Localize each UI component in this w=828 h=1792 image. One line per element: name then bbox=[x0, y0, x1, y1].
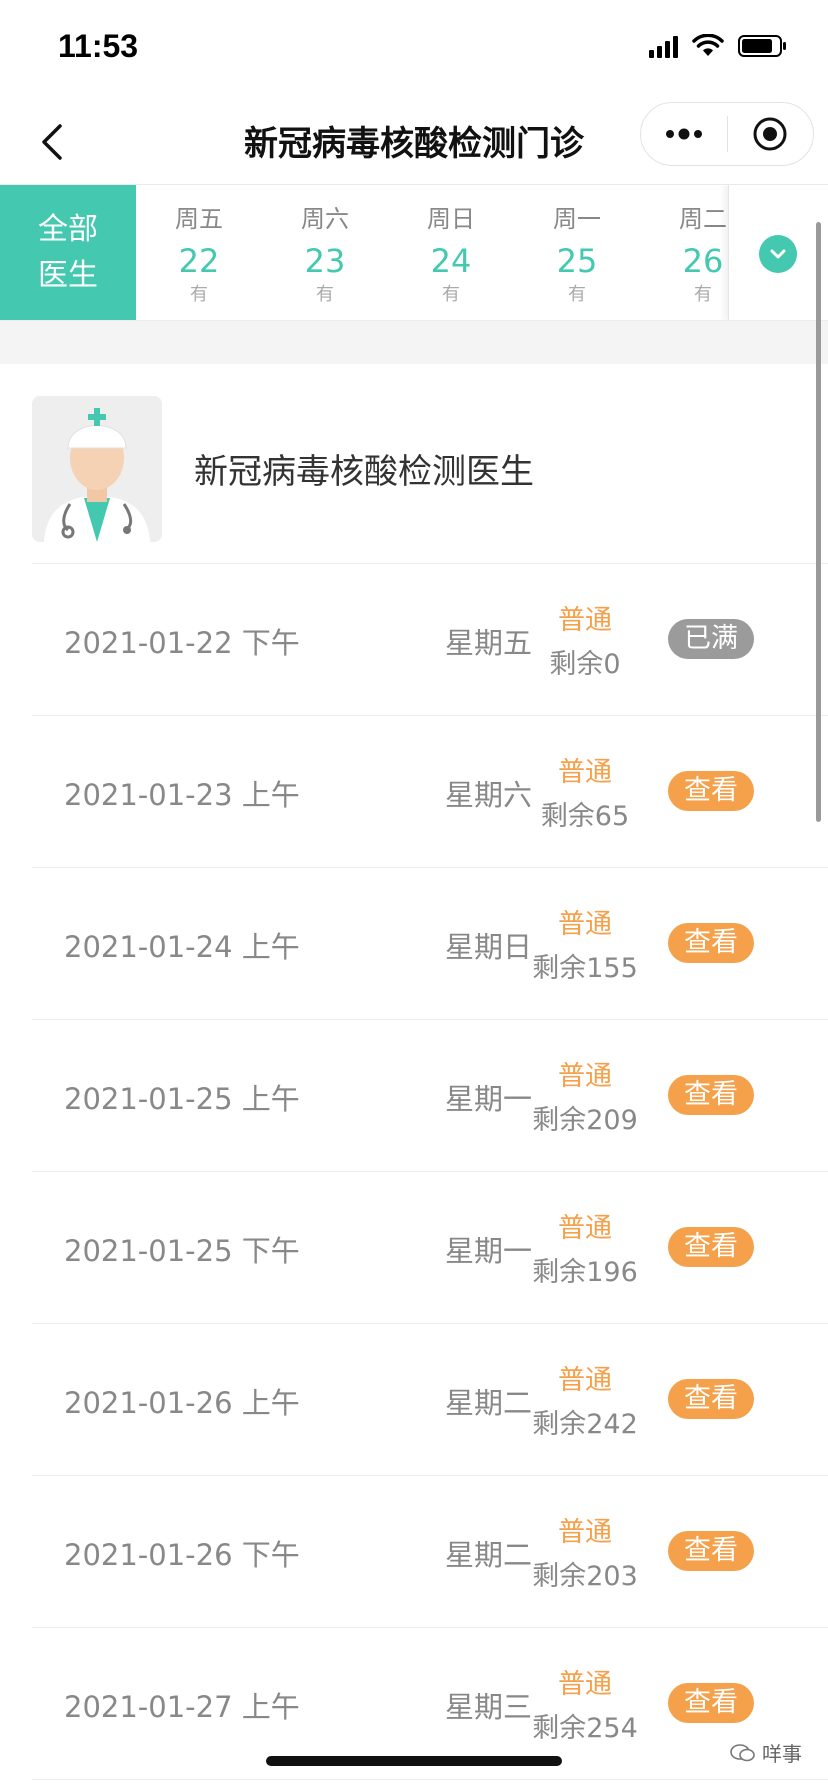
slot-weekday: 星期六 bbox=[444, 778, 532, 812]
date-tab-availability: 有 bbox=[316, 284, 334, 305]
slot-remaining: 剩余254 bbox=[532, 1713, 638, 1744]
date-tab-weekday: 周五 bbox=[175, 205, 223, 233]
slot-date: 2021-01-23 上午 bbox=[64, 778, 300, 812]
view-button[interactable]: 查看 bbox=[668, 1683, 754, 1723]
date-tab-availability: 有 bbox=[568, 284, 586, 305]
slot-type: 普通 bbox=[558, 909, 612, 940]
status-time: 11:53 bbox=[58, 28, 139, 64]
wechat-icon bbox=[730, 1743, 755, 1761]
status-icons bbox=[649, 34, 788, 58]
view-button[interactable]: 查看 bbox=[668, 1531, 754, 1571]
slot-type: 普通 bbox=[558, 1213, 612, 1244]
more-dots-icon bbox=[665, 128, 702, 140]
date-tab-date: 22 bbox=[178, 242, 220, 280]
battery-icon bbox=[738, 34, 788, 58]
slot-date: 2021-01-25 下午 bbox=[64, 1234, 300, 1268]
date-tab-availability: 有 bbox=[442, 284, 460, 305]
chevron-down-icon bbox=[770, 249, 786, 259]
all-doctors-tab[interactable]: 全部 医生 bbox=[0, 185, 136, 320]
date-tab-date: 24 bbox=[430, 242, 472, 280]
close-circle-icon bbox=[753, 117, 787, 151]
slot-weekday: 星期二 bbox=[444, 1538, 532, 1572]
slot-remaining: 剩余203 bbox=[532, 1561, 638, 1592]
slot-weekday: 星期日 bbox=[444, 930, 532, 964]
slot-type: 普通 bbox=[558, 1365, 612, 1396]
date-tab-weekday: 周日 bbox=[427, 205, 475, 233]
slot-type: 普通 bbox=[558, 1669, 612, 1700]
status-bar: 11:53 bbox=[0, 0, 828, 100]
slot-type: 普通 bbox=[558, 1517, 612, 1548]
slot-date: 2021-01-27 上午 bbox=[64, 1690, 300, 1724]
slot-date: 2021-01-26 上午 bbox=[64, 1386, 300, 1420]
full-badge: 已满 bbox=[668, 619, 754, 659]
doctor-card[interactable]: 新冠病毒核酸检测医生 bbox=[32, 364, 828, 564]
date-tab-date: 25 bbox=[556, 242, 598, 280]
section-spacer bbox=[0, 320, 828, 364]
view-button[interactable]: 查看 bbox=[668, 1379, 754, 1419]
mini-program-capsule bbox=[640, 102, 814, 166]
date-tab-weekday: 周六 bbox=[301, 205, 349, 233]
wifi-icon bbox=[692, 34, 724, 58]
slot-type: 普通 bbox=[558, 1061, 612, 1092]
slot-remaining: 剩余0 bbox=[549, 649, 621, 680]
slot-weekday: 星期五 bbox=[444, 626, 532, 660]
all-doctors-label-line1: 全部 bbox=[38, 212, 98, 247]
doctor-avatar-icon bbox=[32, 396, 162, 542]
date-tab[interactable]: 周五 22 有 bbox=[136, 185, 262, 320]
slot-remaining: 剩余242 bbox=[532, 1409, 638, 1440]
watermark: 咩事 bbox=[730, 1738, 802, 1767]
date-tab-date: 23 bbox=[304, 242, 346, 280]
slot-remaining: 剩余209 bbox=[532, 1105, 638, 1136]
slot-date: 2021-01-26 下午 bbox=[64, 1538, 300, 1572]
date-tab[interactable]: 周六 23 有 bbox=[262, 185, 388, 320]
schedule-row: 2021-01-25 下午 星期一 普通 剩余196 查看 bbox=[32, 1172, 828, 1324]
watermark-text: 咩事 bbox=[762, 1742, 802, 1766]
slot-weekday: 星期三 bbox=[444, 1690, 532, 1724]
schedule-row: 2021-01-26 下午 星期二 普通 剩余203 查看 bbox=[32, 1476, 828, 1628]
slot-date: 2021-01-24 上午 bbox=[64, 930, 300, 964]
slot-weekday: 星期二 bbox=[444, 1386, 532, 1420]
expand-dates-button[interactable] bbox=[759, 235, 797, 273]
schedule-row: 2021-01-23 上午 星期六 普通 剩余65 查看 bbox=[32, 716, 828, 868]
slot-remaining: 剩余196 bbox=[532, 1257, 638, 1288]
signal-icon bbox=[649, 34, 678, 58]
slot-type: 普通 bbox=[558, 605, 612, 636]
slot-weekday: 星期一 bbox=[444, 1234, 532, 1268]
slot-type: 普通 bbox=[558, 757, 612, 788]
schedule-row: 2021-01-25 上午 星期一 普通 剩余209 查看 bbox=[32, 1020, 828, 1172]
date-tab-weekday: 周一 bbox=[553, 205, 601, 233]
date-tab[interactable]: 周一 25 有 bbox=[514, 185, 640, 320]
slot-remaining: 剩余155 bbox=[532, 953, 638, 984]
nav-bar: 新冠病毒核酸检测门诊 bbox=[0, 100, 828, 184]
date-expand-area bbox=[728, 185, 828, 320]
date-tab-availability: 有 bbox=[190, 284, 208, 305]
scrollbar[interactable] bbox=[816, 222, 821, 822]
home-indicator bbox=[266, 1756, 562, 1766]
slot-date: 2021-01-25 上午 bbox=[64, 1082, 300, 1116]
date-tab[interactable]: 周日 24 有 bbox=[388, 185, 514, 320]
schedule-row: 2021-01-22 下午 星期五 普通 剩余0 已满 bbox=[32, 564, 828, 716]
view-button[interactable]: 查看 bbox=[668, 1227, 754, 1267]
slot-weekday: 星期一 bbox=[444, 1082, 532, 1116]
schedule-row: 2021-01-24 上午 星期日 普通 剩余155 查看 bbox=[32, 868, 828, 1020]
slot-date: 2021-01-22 下午 bbox=[64, 626, 300, 660]
slot-remaining: 剩余65 bbox=[540, 801, 630, 832]
view-button[interactable]: 查看 bbox=[668, 771, 754, 811]
schedule-row: 2021-01-26 上午 星期二 普通 剩余242 查看 bbox=[32, 1324, 828, 1476]
more-button[interactable] bbox=[641, 102, 727, 166]
view-button[interactable]: 查看 bbox=[668, 923, 754, 963]
close-button[interactable] bbox=[728, 102, 814, 166]
view-button[interactable]: 查看 bbox=[668, 1075, 754, 1115]
doctor-name: 新冠病毒核酸检测医生 bbox=[194, 452, 534, 492]
all-doctors-label-line2: 医生 bbox=[38, 258, 98, 293]
date-filter-bar: 全部 医生 周五 22 有 周六 23 有 周日 24 有 周一 25 有 周二… bbox=[0, 184, 828, 320]
